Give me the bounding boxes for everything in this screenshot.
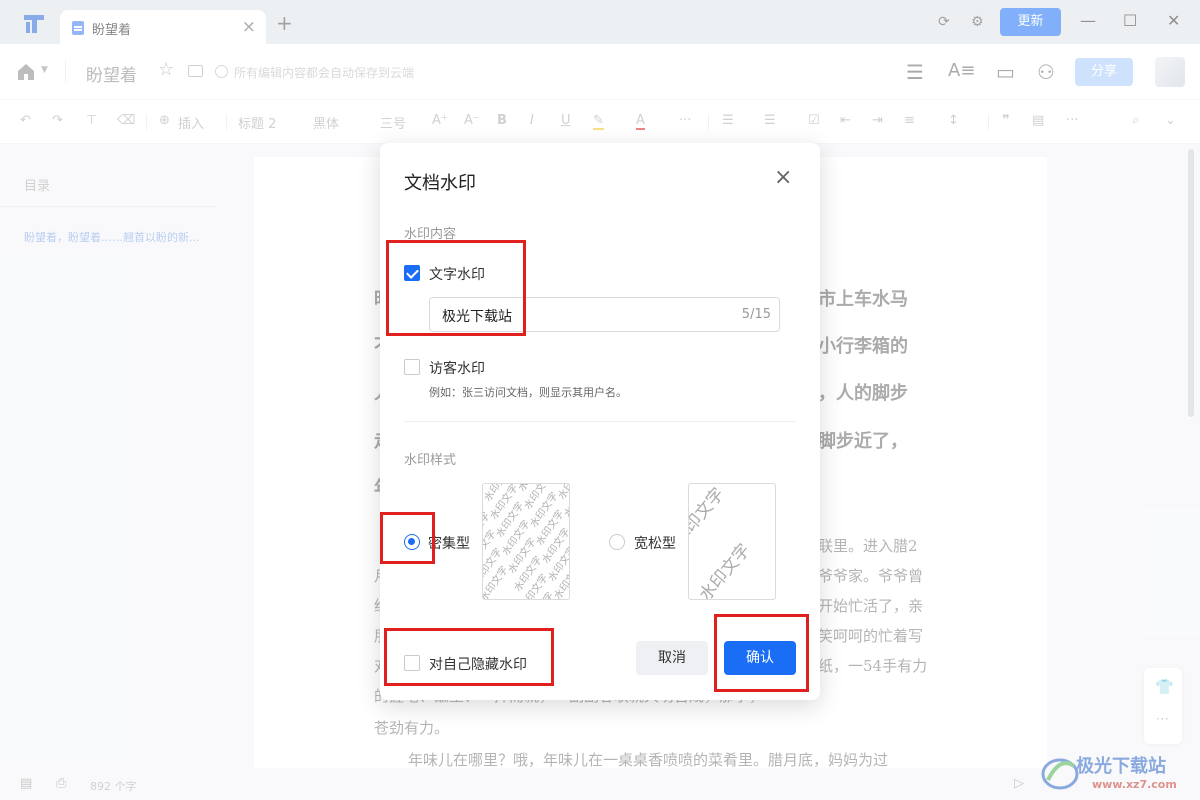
loose-style-label: 宽松型 xyxy=(634,536,676,552)
dense-watermark-preview: 水印文字水印文字水印文字水印文字水印文字水印文字水印文字水印文字水印文字水印文字… xyxy=(483,484,569,599)
section-label-style: 水印样式 xyxy=(404,453,457,468)
visitor-watermark-label: 访客水印 xyxy=(429,361,485,377)
highlight-box-confirm xyxy=(714,614,809,692)
cancel-button[interactable]: 取消 xyxy=(636,641,708,675)
loose-watermark-text: 水印文字 xyxy=(696,540,755,600)
loose-watermark-preview: 水印文字水印文字 xyxy=(689,484,755,600)
divider xyxy=(404,421,796,422)
loose-style-preview[interactable]: 水印文字 水印文字 xyxy=(688,483,776,600)
highlight-box-text-watermark xyxy=(386,240,526,336)
visitor-hint: 例如：张三访问文档，则显示其用户名。 xyxy=(429,386,627,399)
highlight-box-dense-style xyxy=(380,512,435,564)
dense-style-preview[interactable]: 水印文字 水印文字 水印文字 水印文字 水印文字 水印文字 水印文字 水印文字 水印文字 水印文字… xyxy=(482,483,570,600)
loose-watermark-text: 水印文字 xyxy=(689,484,729,549)
loose-style-radio[interactable] xyxy=(609,534,625,550)
visitor-watermark-checkbox[interactable] xyxy=(404,359,420,375)
char-count: 5/15 xyxy=(741,307,771,322)
dialog-title: 文档水印 xyxy=(404,173,476,194)
highlight-box-hide-self xyxy=(384,628,554,686)
close-icon[interactable]: × xyxy=(774,167,792,189)
